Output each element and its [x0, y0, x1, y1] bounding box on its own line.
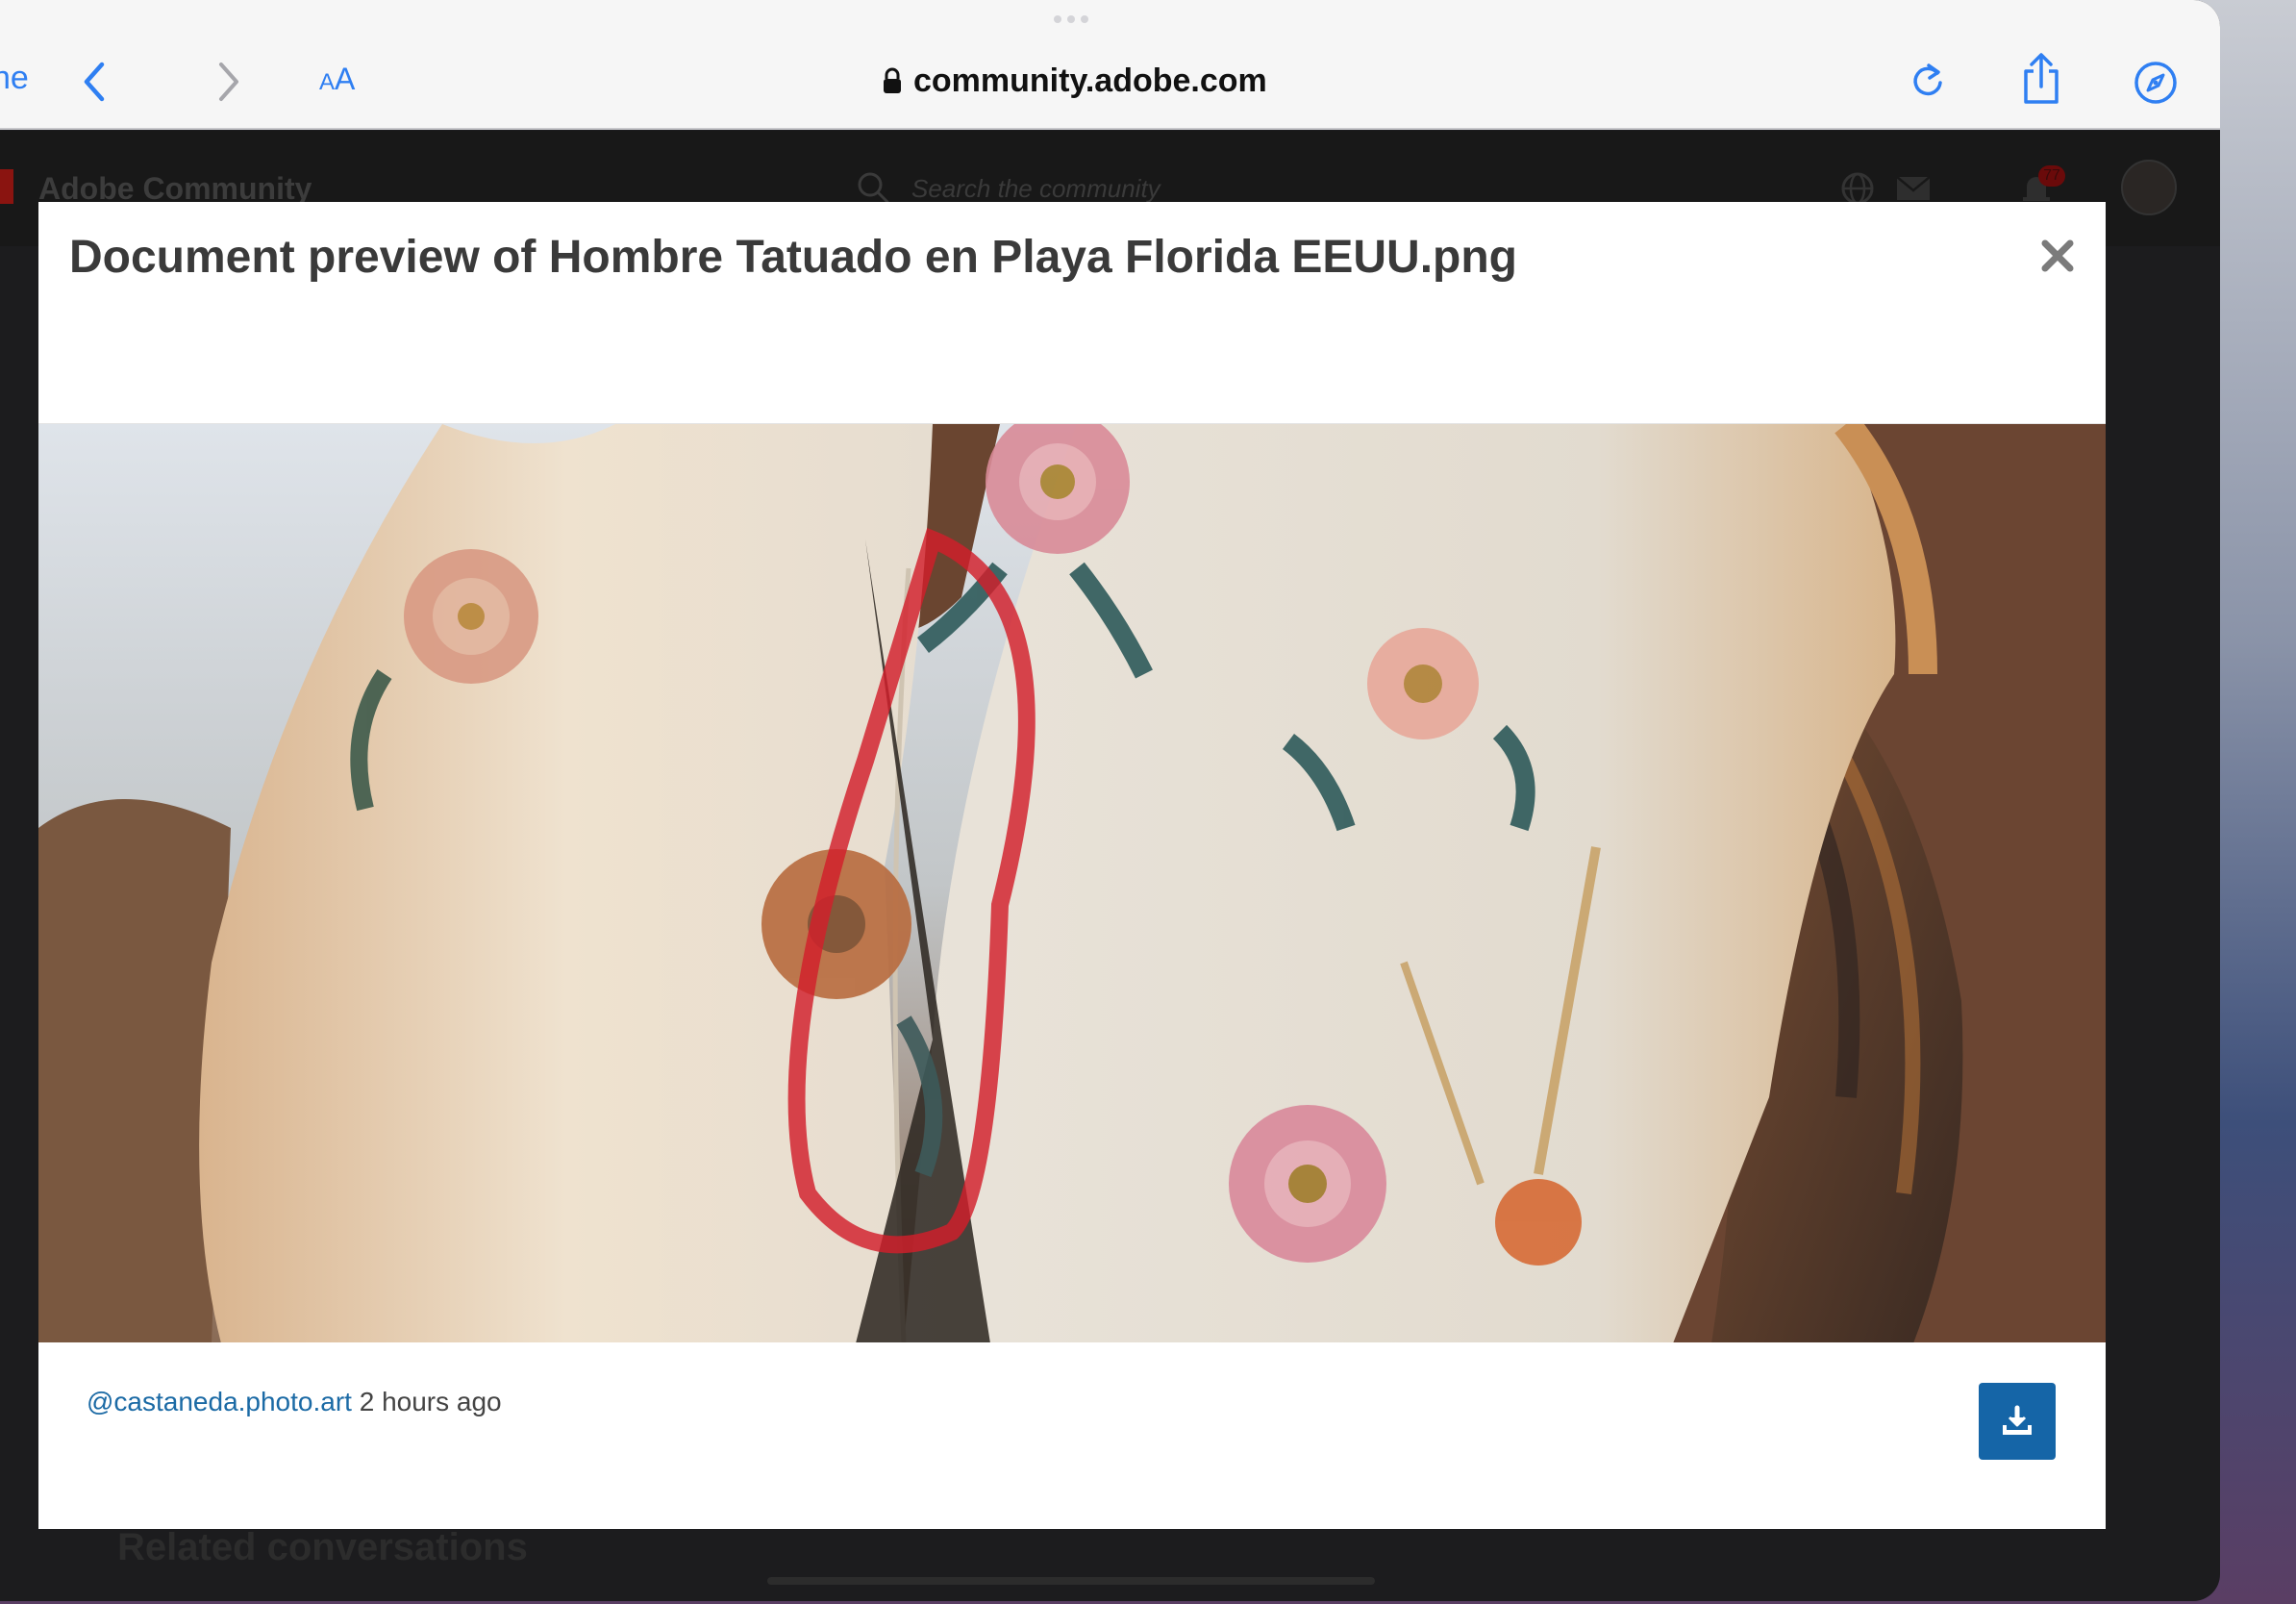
done-button[interactable]: ne: [0, 60, 29, 97]
image-preview: [38, 423, 2106, 1342]
post-time: 2 hours ago: [359, 1387, 502, 1416]
home-indicator: [767, 1577, 1375, 1585]
browser-toolbar: ne AA community.adobe.com: [0, 0, 2220, 130]
notification-badge: 77: [2038, 165, 2065, 187]
url-text: community.adobe.com: [913, 62, 1267, 99]
share-icon[interactable]: [2018, 52, 2064, 106]
modal-title: Document preview of Hombre Tatuado en Pl…: [69, 232, 1517, 283]
multitask-grabber[interactable]: [1050, 15, 1092, 23]
reader-text-size-button[interactable]: AA: [319, 62, 355, 97]
forward-icon[interactable]: [210, 58, 248, 106]
download-icon: [2003, 1405, 2032, 1435]
compass-icon[interactable]: [2133, 60, 2179, 106]
avatar[interactable]: [2121, 160, 2177, 215]
reload-icon[interactable]: [1909, 60, 1947, 102]
lock-icon: [884, 67, 901, 93]
device-screen: ne AA community.adobe.com Adobe Communit…: [0, 0, 2220, 1601]
address-bar[interactable]: community.adobe.com: [883, 60, 1267, 102]
adobe-logo-icon: [0, 169, 13, 204]
author-link[interactable]: @castaneda.photo.art: [87, 1387, 352, 1416]
preview-meta: @castaneda.photo.art 2 hours ago: [87, 1387, 502, 1417]
related-conversations-heading: Related conversations: [117, 1526, 528, 1568]
close-icon[interactable]: [2038, 237, 2077, 275]
back-icon[interactable]: [75, 58, 113, 106]
site-search-placeholder: Search the community: [911, 174, 1160, 203]
download-button[interactable]: [1979, 1383, 2056, 1460]
document-preview-modal: Document preview of Hombre Tatuado en Pl…: [38, 202, 2106, 1529]
preview-photo: [38, 424, 2106, 1342]
